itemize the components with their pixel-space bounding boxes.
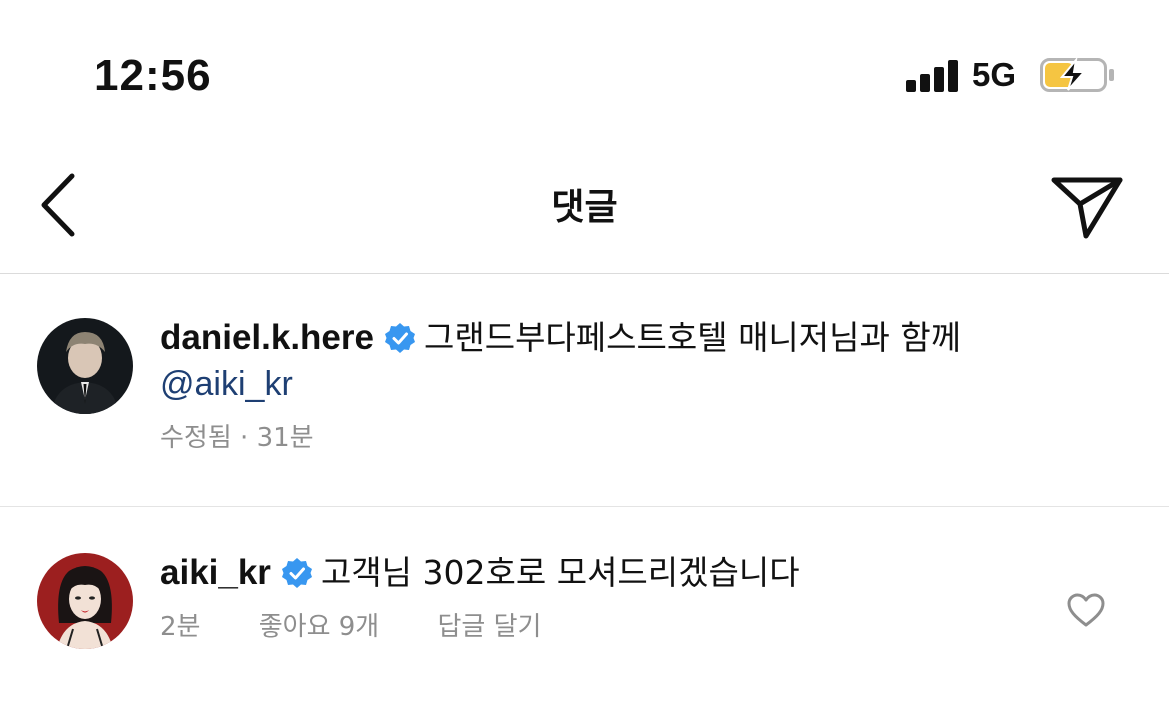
comment-time: 2분 bbox=[160, 612, 201, 642]
comment-text-block: aiki_kr 고객님 302호로 모셔드리겠습니다 bbox=[160, 550, 1060, 596]
comment-username[interactable]: daniel.k.here bbox=[160, 318, 374, 357]
edited-label: 수정됨 bbox=[160, 423, 232, 453]
battery-charging-icon bbox=[1040, 58, 1114, 92]
status-time: 12:56 bbox=[94, 51, 212, 100]
comment-username[interactable]: aiki_kr bbox=[160, 553, 271, 592]
verified-badge-icon bbox=[281, 558, 312, 588]
avatar-image bbox=[37, 553, 133, 649]
heart-outline-icon[interactable] bbox=[1066, 592, 1106, 628]
network-label: 5G bbox=[972, 56, 1017, 93]
comment-time: 31분 bbox=[256, 423, 314, 453]
comment-text: 그랜드부다페스트호텔 매니저님과 함께 bbox=[423, 318, 962, 357]
header-bar: 댓글 bbox=[0, 140, 1169, 274]
likes-count-button[interactable]: 좋아요 9개 bbox=[259, 612, 380, 642]
status-bar: 12:56 5G bbox=[0, 0, 1169, 140]
verified-badge-icon bbox=[384, 323, 415, 353]
avatar[interactable] bbox=[37, 553, 133, 649]
comment-item: aiki_kr 고객님 302호로 모셔드리겠습니다 2분 좋아요 9개 답글 … bbox=[0, 508, 1169, 706]
signal-bars-icon bbox=[906, 58, 960, 92]
mention-link[interactable]: @aiki_kr bbox=[160, 365, 293, 403]
avatar-image bbox=[37, 318, 133, 414]
meta-separator: · bbox=[240, 423, 249, 453]
comment-meta: 2분 좋아요 9개 답글 달기 bbox=[160, 610, 1060, 644]
comment-item: daniel.k.here 그랜드부다페스트호텔 매니저님과 함께 @aiki_… bbox=[0, 275, 1169, 507]
avatar[interactable] bbox=[37, 318, 133, 414]
comment-body: daniel.k.here 그랜드부다페스트호텔 매니저님과 함께 @aiki_… bbox=[160, 315, 1060, 455]
comment-body: aiki_kr 고객님 302호로 모셔드리겠습니다 2분 좋아요 9개 답글 … bbox=[160, 550, 1060, 644]
comment-text-block: daniel.k.here 그랜드부다페스트호텔 매니저님과 함께 @aiki_… bbox=[160, 315, 1060, 407]
page-title: 댓글 bbox=[551, 187, 618, 228]
comment-text: 고객님 302호로 모셔드리겠습니다 bbox=[320, 553, 800, 592]
comment-meta: 수정됨 · 31분 bbox=[160, 421, 1060, 455]
reply-button[interactable]: 답글 달기 bbox=[438, 612, 542, 642]
paper-plane-icon[interactable] bbox=[1046, 174, 1126, 240]
